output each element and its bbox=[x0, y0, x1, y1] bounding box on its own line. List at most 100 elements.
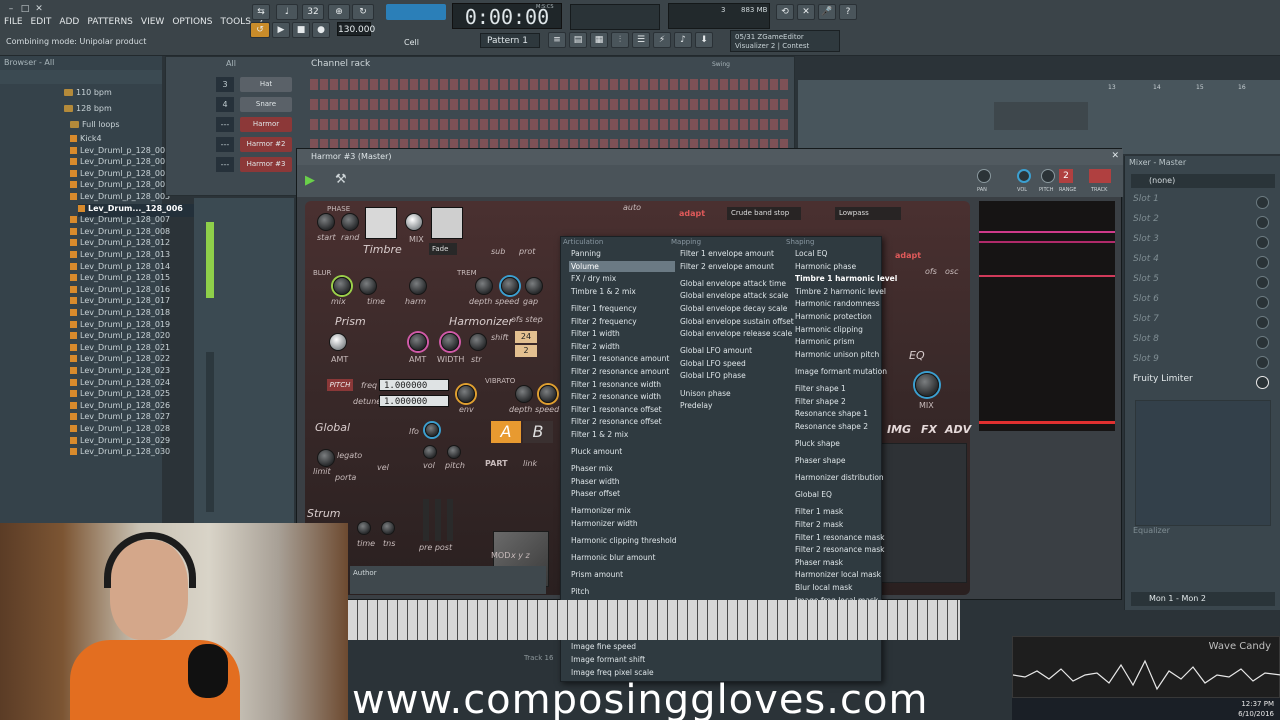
download-icon[interactable]: ⬇ bbox=[695, 32, 713, 48]
menu-item[interactable]: Local EQ bbox=[795, 248, 827, 259]
blur-harm-knob[interactable] bbox=[409, 277, 427, 295]
menu-item[interactable]: Harmonic clipping threshold bbox=[571, 535, 677, 546]
menu-item[interactable]: Filter 1 resonance amount bbox=[571, 353, 669, 364]
slot-mix-knob[interactable] bbox=[1256, 376, 1269, 389]
menu-item[interactable]: Filter 1 resonance mask bbox=[795, 532, 885, 543]
rand-knob[interactable] bbox=[341, 213, 359, 231]
pre-fader[interactable] bbox=[423, 499, 429, 541]
help-icon[interactable]: ? bbox=[839, 4, 857, 20]
slot-mix-knob[interactable] bbox=[1256, 296, 1269, 309]
pitch-vel-knob[interactable] bbox=[447, 445, 461, 459]
menu-view[interactable]: VIEW bbox=[141, 17, 164, 27]
slot-mix-knob[interactable] bbox=[1256, 316, 1269, 329]
tempo-display[interactable]: 130.000 bbox=[337, 22, 375, 36]
pattern-selector[interactable]: Pattern 1 bbox=[480, 33, 540, 48]
menu-item[interactable]: Phaser mix bbox=[571, 463, 613, 474]
channel-mixer-track[interactable]: 3 bbox=[216, 77, 234, 92]
menu-item[interactable]: Global envelope sustain offset bbox=[680, 316, 794, 327]
mixer-slot[interactable]: Slot 1 bbox=[1133, 194, 1273, 212]
plugin-arrow-icon[interactable]: ▶ bbox=[305, 173, 315, 188]
channel-name-button[interactable]: Hat bbox=[240, 77, 292, 92]
harmonizer-width-knob[interactable] bbox=[441, 333, 459, 351]
trem-speed-knob[interactable] bbox=[501, 277, 519, 295]
list-item[interactable]: Lev_Druml_p_128_030 bbox=[70, 447, 170, 460]
audio-icon[interactable]: 🎤 bbox=[818, 4, 836, 20]
menu-item[interactable]: Filter 2 mask bbox=[795, 519, 843, 530]
menu-item[interactable]: Image fine speed bbox=[571, 641, 636, 652]
slot-mix-knob[interactable] bbox=[1256, 216, 1269, 229]
edison-icon[interactable]: ♪ bbox=[674, 32, 692, 48]
menu-item[interactable]: Blur local mask bbox=[795, 582, 852, 593]
menu-item[interactable]: Filter 2 resonance amount bbox=[571, 366, 669, 377]
menu-patterns[interactable]: PATTERNS bbox=[87, 17, 133, 27]
step-edit-icon[interactable]: 32 bbox=[302, 4, 324, 20]
menu-item[interactable]: Global envelope attack time bbox=[680, 278, 786, 289]
menu-item[interactable]: Global envelope attack scale bbox=[680, 290, 788, 301]
close-icon[interactable]: ✕ bbox=[34, 4, 44, 14]
menu-item[interactable]: Filter 1 envelope amount bbox=[680, 248, 774, 259]
step-sequencer[interactable] bbox=[310, 99, 790, 110]
close-icon[interactable]: ✕ bbox=[1111, 151, 1119, 161]
channel-mixer-track[interactable]: --- bbox=[216, 157, 234, 172]
menu-item[interactable]: Resonance shape 1 bbox=[795, 408, 868, 419]
menu-item[interactable]: Harmonizer local mask bbox=[795, 569, 881, 580]
menu-item[interactable]: Harmonizer mix bbox=[571, 505, 631, 516]
menu-item[interactable]: Global LFO phase bbox=[680, 370, 746, 381]
list-item[interactable]: 128 bpm bbox=[64, 104, 112, 117]
mixer-slot[interactable]: Slot 4 bbox=[1133, 254, 1273, 272]
prism-amt-knob[interactable] bbox=[329, 333, 347, 351]
timbre-2-thumbnail[interactable] bbox=[431, 207, 463, 239]
tools-icon[interactable]: ✕ bbox=[797, 4, 815, 20]
timbre-1-thumbnail[interactable] bbox=[365, 207, 397, 239]
list-item[interactable]: 110 bpm bbox=[64, 88, 112, 101]
menu-item[interactable]: Harmonic clipping bbox=[795, 324, 863, 335]
piano-roll-icon[interactable]: ▤ bbox=[569, 32, 587, 48]
blend-icon[interactable]: ⊕ bbox=[328, 4, 350, 20]
slot-mix-knob[interactable] bbox=[1256, 236, 1269, 249]
maximize-icon[interactable]: □ bbox=[20, 4, 30, 14]
menu-item[interactable]: Timbre 2 harmonic level bbox=[795, 286, 886, 297]
channel-row[interactable]: 4 Snare bbox=[174, 97, 790, 113]
menu-item[interactable]: Panning bbox=[571, 248, 601, 259]
menu-item[interactable]: Harmonizer width bbox=[571, 518, 638, 529]
metronome-icon[interactable]: ♩ bbox=[276, 4, 298, 20]
post-fader[interactable] bbox=[435, 499, 441, 541]
loop-record-icon[interactable]: ↻ bbox=[352, 4, 374, 20]
mixer-slot[interactable]: Slot 5 bbox=[1133, 274, 1273, 292]
step-sequencer[interactable] bbox=[310, 79, 790, 90]
menu-item[interactable]: Phaser shape bbox=[795, 455, 846, 466]
channel-row[interactable]: --- Harmor bbox=[174, 117, 790, 133]
mixer-slot[interactable]: Slot 7 bbox=[1133, 314, 1273, 332]
piano-keyboard[interactable] bbox=[348, 600, 960, 640]
channel-name-button[interactable]: Snare bbox=[240, 97, 292, 112]
master-volume-pitch[interactable] bbox=[570, 4, 660, 30]
fade-select[interactable]: Fade bbox=[429, 243, 457, 255]
channel-name-button[interactable]: Harmor bbox=[240, 117, 292, 132]
menu-add[interactable]: ADD bbox=[59, 17, 79, 27]
vibrato-depth-knob[interactable] bbox=[515, 385, 533, 403]
harmonizer-str-knob[interactable] bbox=[469, 333, 487, 351]
slot-mix-knob[interactable] bbox=[1256, 256, 1269, 269]
tab-img[interactable]: IMG bbox=[887, 423, 911, 441]
gap-value[interactable]: 2 bbox=[515, 345, 537, 357]
channel-row[interactable]: 3 Hat bbox=[174, 77, 790, 93]
menu-item[interactable]: Harmonic protection bbox=[795, 311, 872, 322]
menu-item[interactable]: Filter 2 envelope amount bbox=[680, 261, 774, 272]
menu-item[interactable]: Filter 2 resonance offset bbox=[571, 416, 662, 427]
channel-mixer-track[interactable]: --- bbox=[216, 137, 234, 152]
mixer-slot-effect[interactable]: Fruity Limiter bbox=[1133, 374, 1273, 392]
blur-time-knob[interactable] bbox=[359, 277, 377, 295]
menu-item[interactable]: Harmonic blur amount bbox=[571, 552, 655, 563]
menu-file[interactable]: FILE bbox=[4, 17, 23, 27]
menu-item[interactable]: Volume bbox=[569, 260, 675, 272]
menu-item[interactable]: Pluck shape bbox=[795, 438, 840, 449]
menu-item[interactable]: Phaser width bbox=[571, 476, 620, 487]
menu-item[interactable]: Phaser mask bbox=[795, 557, 843, 568]
vol-knob[interactable] bbox=[423, 445, 437, 459]
menu-item[interactable]: Timbre 1 harmonic level bbox=[795, 273, 897, 284]
mixer-slot[interactable]: Slot 2 bbox=[1133, 214, 1273, 232]
menu-item[interactable]: Pluck amount bbox=[571, 446, 622, 457]
menu-edit[interactable]: EDIT bbox=[31, 17, 52, 27]
strum-time-knob[interactable] bbox=[357, 521, 371, 535]
menu-item[interactable]: Image freq pixel scale bbox=[571, 667, 654, 678]
